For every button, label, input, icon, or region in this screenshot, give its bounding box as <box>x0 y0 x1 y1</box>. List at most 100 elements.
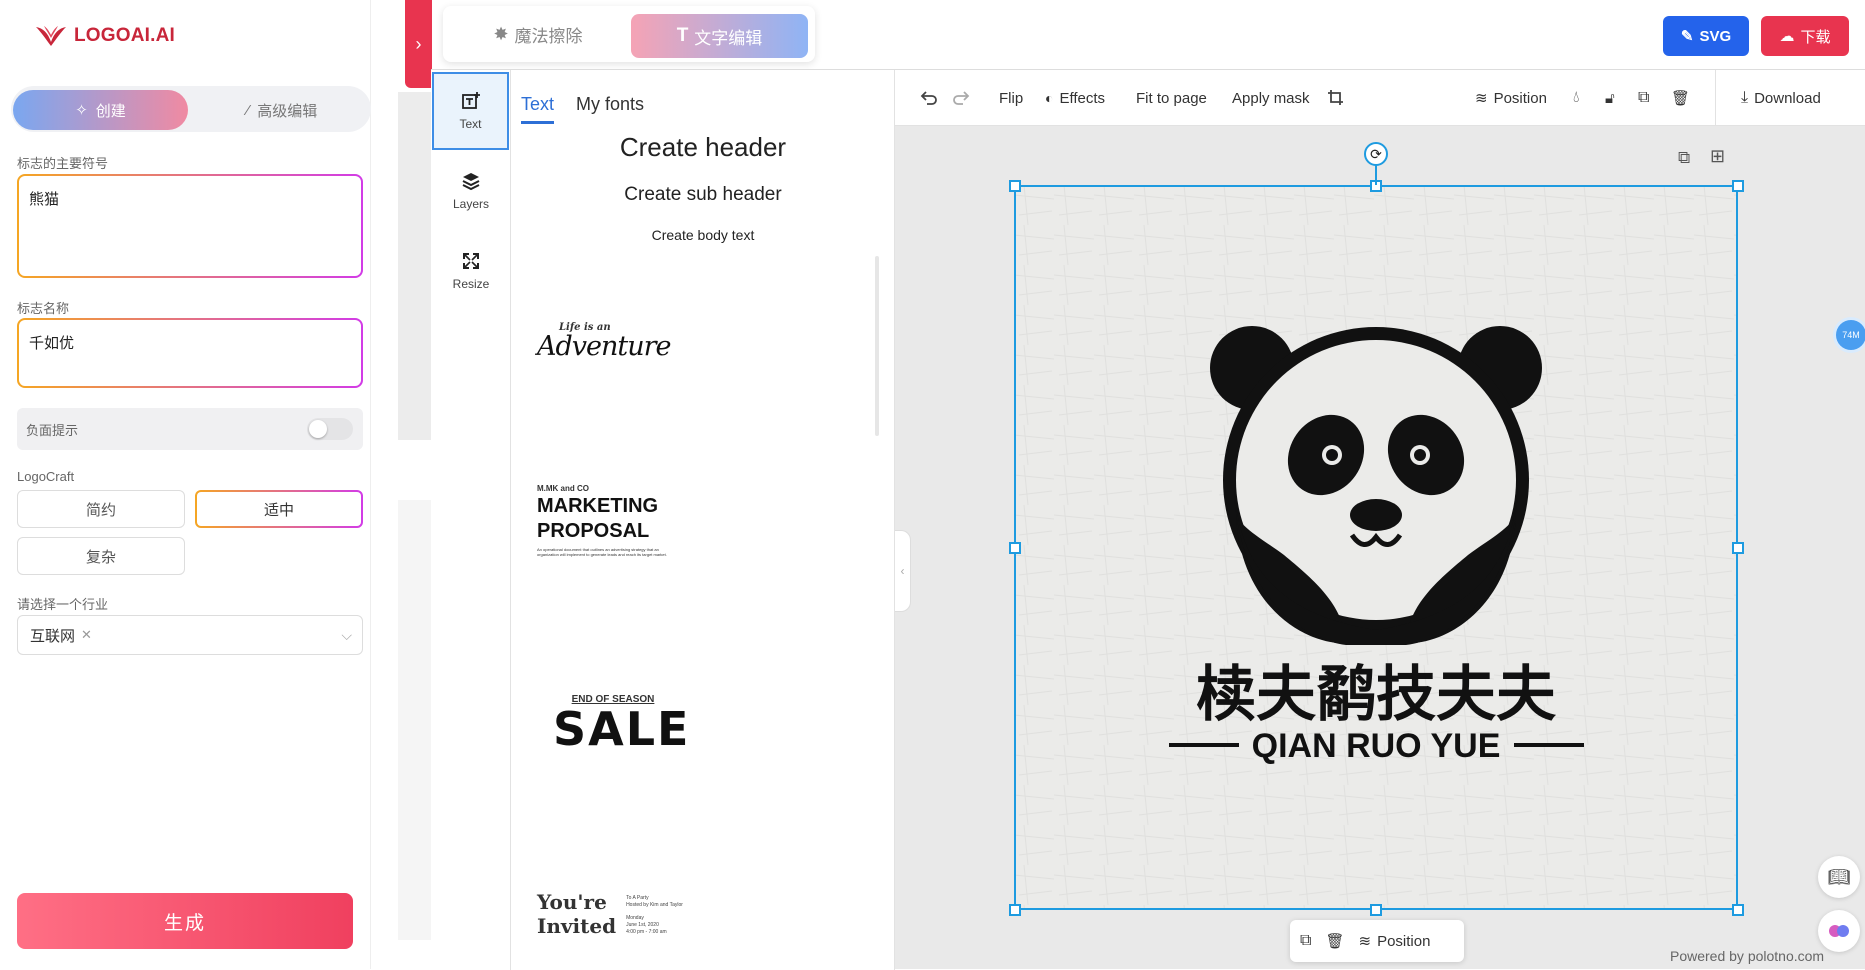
marketing-title: MARKETING <box>537 495 659 517</box>
duplicate-button[interactable]: ⧉ <box>1638 70 1649 126</box>
toolbar-divider <box>1715 70 1716 126</box>
advanced-mode-button[interactable]: ⁄ 高级编辑 <box>197 90 367 130</box>
resize-handle-r[interactable] <box>1732 542 1744 554</box>
symbol-field[interactable]: 熊猫 <box>17 174 363 278</box>
app-logo[interactable]: LOGOAI.AI <box>34 24 175 48</box>
mask-label: Apply mask <box>1232 89 1310 107</box>
tab-resize[interactable]: Resize <box>433 232 509 310</box>
invited-side-2: Hosted by Kim and Taylor <box>626 902 683 908</box>
resize-handle-tl[interactable] <box>1009 180 1021 192</box>
apply-mask-button[interactable]: Apply mask <box>1232 70 1310 126</box>
template-invited[interactable]: You're Invited To A Party Hosted by Kim … <box>537 890 697 938</box>
craft-option-medium[interactable]: 适中 <box>195 490 363 528</box>
panel-tab-text[interactable]: Text <box>521 94 555 124</box>
craft-option-complex[interactable]: 复杂 <box>17 537 185 575</box>
create-sub-header[interactable]: Create sub header <box>511 184 895 206</box>
text-panel: Text My fonts Create header Create sub h… <box>511 70 895 970</box>
industry-select[interactable]: 互联网 ✕ ⌵ <box>17 615 363 655</box>
chevron-down-icon[interactable]: ⌵ <box>341 627 352 644</box>
position-label: Position <box>1493 89 1547 107</box>
create-mode-button[interactable]: ✧ 创建 <box>13 90 188 130</box>
toolbar-download-button[interactable]: ⤓ Download <box>1741 70 1821 126</box>
effects-button[interactable]: ◐ Effects <box>1045 70 1105 126</box>
download-icon: ⤓ <box>1741 89 1749 106</box>
resize-handle-l[interactable] <box>1009 542 1021 554</box>
invited-line-1: You're <box>537 890 607 914</box>
ai-assistant-button[interactable] <box>1818 910 1860 952</box>
create-header[interactable]: Create header <box>511 132 895 163</box>
name-field[interactable]: 千如优 <box>17 318 363 388</box>
undo-button[interactable] <box>919 70 939 126</box>
bottom-position-label[interactable]: Position <box>1377 933 1430 950</box>
craft-label: LogoCraft <box>17 469 75 484</box>
resize-handle-tr[interactable] <box>1732 180 1744 192</box>
trash-icon: 🗑︎ <box>1671 90 1691 107</box>
flip-label: Flip <box>999 89 1024 107</box>
side-tabs: Text Layers Resize <box>431 70 511 970</box>
tab-text[interactable]: Text <box>432 72 509 150</box>
symbol-value[interactable]: 熊猫 <box>19 176 361 276</box>
effects-icon: ◐ <box>1045 90 1054 106</box>
resize-handle-bl[interactable] <box>1009 904 1021 916</box>
expand-history-tab[interactable]: › <box>405 0 432 88</box>
cloud-download-icon: ☁ <box>1779 28 1795 45</box>
duplicate-icon: ⧉ <box>1638 89 1650 106</box>
delete-button[interactable]: 🗑︎ <box>1671 70 1690 126</box>
guide-button[interactable]: 📖︎ <box>1818 856 1860 898</box>
effects-label: Effects <box>1059 89 1106 107</box>
invited-side-4: June 1st, 2020 <box>626 922 659 928</box>
brain-icon <box>1829 925 1849 937</box>
duplicate-icon[interactable]: ⧉ <box>1300 932 1311 950</box>
resize-icon <box>463 253 479 269</box>
name-value[interactable]: 千如优 <box>19 320 361 386</box>
mode-switch: ✧ 创建 ⁄ 高级编辑 <box>11 86 371 132</box>
position-button[interactable]: ≋ Position <box>1475 70 1547 126</box>
selection-box[interactable] <box>1014 185 1738 910</box>
name-label: 标志名称 <box>17 301 70 316</box>
memory-badge: 74M <box>1836 320 1865 350</box>
lock-button[interactable]: 🔓︎ <box>1605 70 1615 126</box>
svg-button[interactable]: ✎ SVG <box>1663 16 1749 56</box>
collapse-panel-button[interactable]: ‹ <box>895 530 911 612</box>
layers-icon[interactable]: ≋ <box>1358 932 1371 950</box>
magic-erase-button[interactable]: ✸ 魔法擦除 <box>453 14 623 54</box>
svg-icon: ✎ <box>1680 28 1694 45</box>
adventure-title: Adventure <box>537 331 672 362</box>
opacity-button[interactable]: 💧︎ <box>1573 70 1579 126</box>
element-quick-bar: ⧉ 🗑︎ ≋ Position <box>1290 920 1464 962</box>
unlock-icon: 🔓︎ <box>1605 89 1615 107</box>
toggle-knob <box>309 420 327 438</box>
add-page-icon[interactable]: ⊞ <box>1710 146 1725 167</box>
template-marketing[interactable]: M.MK and CO MARKETING PROPOSAL An operat… <box>537 484 687 557</box>
panel-tab-fonts[interactable]: My fonts <box>576 94 644 124</box>
resize-handle-br[interactable] <box>1732 904 1744 916</box>
crop-button[interactable] <box>1327 70 1345 126</box>
negative-prompt-row: 负面提示 <box>17 408 363 450</box>
powered-by[interactable]: Powered by polotno.com <box>1670 948 1824 964</box>
craft-option-simple[interactable]: 简约 <box>17 490 185 528</box>
tab-layers[interactable]: Layers <box>433 152 509 230</box>
flip-button[interactable]: Flip <box>999 70 1023 126</box>
redo-button[interactable] <box>951 70 971 126</box>
resize-handle-b[interactable] <box>1370 904 1382 916</box>
template-sale[interactable]: END OF SEASON SALE <box>553 694 688 753</box>
negative-prompt-label: 负面提示 <box>26 422 79 438</box>
magic-erase-label: 魔法擦除 <box>514 26 583 46</box>
invited-side-3: Monday <box>626 915 644 921</box>
tab-layers-label: Layers <box>452 197 490 211</box>
template-adventure[interactable]: Life is an Adventure <box>537 322 687 362</box>
create-body-text[interactable]: Create body text <box>511 227 895 243</box>
chevron-left-icon: ‹ <box>900 564 905 578</box>
download-button[interactable]: ☁ 下载 <box>1761 16 1849 56</box>
generate-button[interactable]: 生成 <box>17 893 353 949</box>
text-edit-button[interactable]: T 文字编辑 <box>631 14 808 58</box>
duplicate-page-icon[interactable]: ⧉ <box>1678 148 1690 168</box>
negative-prompt-toggle[interactable] <box>307 418 353 440</box>
logo-bird-icon <box>36 26 66 46</box>
fit-to-page-button[interactable]: Fit to page <box>1136 70 1207 126</box>
trash-icon[interactable]: 🗑︎ <box>1325 932 1344 950</box>
logo-text: LOGOAI.AI <box>74 25 176 46</box>
rotate-handle-icon[interactable]: ⟳ <box>1364 142 1388 166</box>
tag-close-icon[interactable]: ✕ <box>81 627 92 643</box>
panel-scrollbar[interactable] <box>875 256 879 436</box>
